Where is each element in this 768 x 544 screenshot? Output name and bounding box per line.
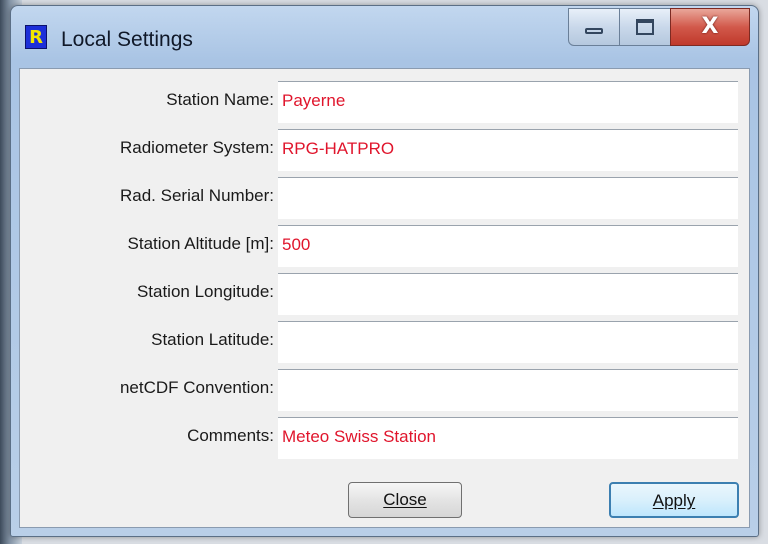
- close-button[interactable]: Close: [348, 482, 462, 518]
- station-latitude-label: Station Latitude:: [151, 330, 274, 349]
- row-station-altitude: Station Altitude [m]: 500: [20, 220, 751, 268]
- app-logo-icon: R: [25, 25, 47, 49]
- row-netcdf-convention: netCDF Convention:: [20, 364, 751, 412]
- row-station-longitude: Station Longitude:: [20, 268, 751, 316]
- station-altitude-label: Station Altitude [m]:: [127, 234, 274, 253]
- radiometer-system-field[interactable]: RPG-HATPRO: [278, 129, 738, 171]
- title-bar[interactable]: R Local Settings X: [11, 6, 758, 68]
- row-radiometer-system: Radiometer System: RPG-HATPRO: [20, 124, 751, 172]
- close-window-button[interactable]: X: [670, 8, 750, 46]
- comments-field[interactable]: Meteo Swiss Station: [278, 417, 738, 459]
- netcdf-convention-label: netCDF Convention:: [119, 378, 274, 397]
- row-rad-serial-number: Rad. Serial Number:: [20, 172, 751, 220]
- rad-serial-number-field[interactable]: [278, 177, 738, 219]
- minimize-button[interactable]: [568, 8, 620, 46]
- station-longitude-field[interactable]: [278, 273, 738, 315]
- row-station-name: Station Name: Payerne: [20, 76, 751, 124]
- radiometer-system-label: Radiometer System:: [120, 138, 274, 157]
- rad-serial-number-label: Rad. Serial Number:: [119, 186, 274, 205]
- station-name-label: Station Name:: [166, 90, 274, 109]
- netcdf-convention-field[interactable]: [278, 369, 738, 411]
- comments-label: Comments:: [187, 426, 274, 445]
- station-latitude-field[interactable]: [278, 321, 738, 363]
- station-longitude-label: Station Longitude:: [136, 282, 274, 301]
- maximize-icon: [636, 19, 654, 35]
- row-station-latitude: Station Latitude:: [20, 316, 751, 364]
- maximize-button[interactable]: [619, 8, 671, 46]
- minimize-icon: [585, 28, 603, 34]
- close-icon: X: [701, 14, 719, 39]
- local-settings-dialog: R Local Settings X Station Name: Payerne…: [10, 5, 759, 537]
- dialog-body: Station Name: Payerne Radiometer System:…: [19, 68, 750, 528]
- station-altitude-field[interactable]: 500: [278, 225, 738, 267]
- station-name-field[interactable]: Payerne: [278, 81, 738, 123]
- apply-button[interactable]: Apply: [609, 482, 739, 518]
- window-title: Local Settings: [61, 28, 193, 51]
- row-comments: Comments: Meteo Swiss Station: [20, 412, 751, 460]
